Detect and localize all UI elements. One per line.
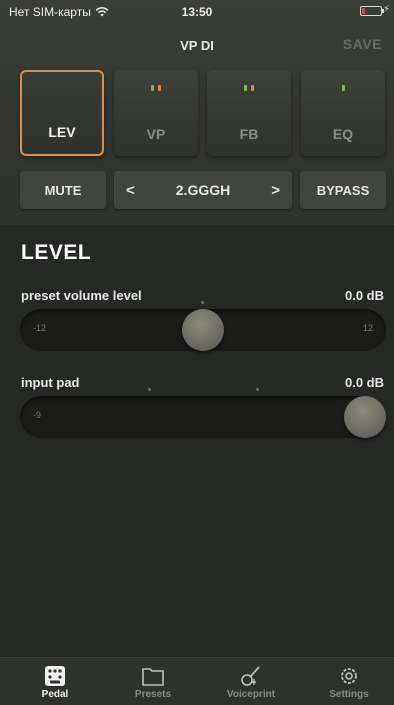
- tab-label: Settings: [329, 689, 369, 700]
- input-pad-value: 0.0 dB: [344, 375, 384, 390]
- gear-icon: [341, 668, 357, 684]
- input-pad-slider[interactable]: -9: [20, 396, 386, 438]
- step-marker: [256, 388, 259, 391]
- chevron-left-icon[interactable]: <: [126, 182, 135, 199]
- slider-min-label: -9: [33, 410, 42, 420]
- bypass-button[interactable]: BYPASS: [300, 171, 386, 209]
- folder-icon: [142, 668, 164, 686]
- tab-label: Voiceprint: [226, 689, 276, 700]
- slider-min-label: -12: [33, 323, 47, 333]
- slider-knob[interactable]: [182, 309, 224, 351]
- led-orange: [158, 85, 161, 91]
- tab-settings[interactable]: Settings: [300, 658, 394, 705]
- charging-icon: ⚡: [382, 4, 390, 15]
- preset-name: 2.GGGH: [175, 182, 231, 198]
- input-pad-label: input pad: [21, 375, 80, 390]
- tile-eq[interactable]: EQ: [301, 70, 385, 156]
- status-leds: [301, 85, 385, 91]
- preset-volume-value: 0.0 dB: [344, 288, 384, 303]
- tile-label: FB: [239, 126, 259, 142]
- tab-pedal[interactable]: Pedal: [6, 658, 104, 705]
- preset-selector: < 2.GGGH >: [114, 171, 292, 209]
- mute-button[interactable]: MUTE: [20, 171, 106, 209]
- clock: 13:50: [181, 5, 213, 19]
- slider-max-label: 12: [362, 323, 373, 333]
- chevron-right-icon[interactable]: >: [271, 182, 280, 199]
- status-leds: [114, 85, 198, 91]
- tab-label: Presets: [134, 689, 172, 700]
- tile-fb[interactable]: FB: [207, 70, 291, 156]
- led-green: [151, 85, 154, 91]
- led-green: [244, 85, 247, 91]
- status-bar: Нет SIM-карты 13:50 ⚡: [0, 0, 394, 22]
- slider-knob[interactable]: [344, 396, 386, 438]
- tab-voiceprint[interactable]: Voiceprint: [202, 658, 300, 705]
- section-title: LEVEL: [21, 241, 92, 264]
- center-marker: [201, 301, 204, 304]
- pedal-icon: [45, 666, 65, 686]
- preset-volume-label: preset volume level: [21, 288, 142, 303]
- led-green: [341, 85, 345, 91]
- tile-label: VP: [146, 126, 166, 142]
- tab-bar: Pedal Presets Voiceprint Settings: [0, 657, 394, 705]
- tile-label: LEV: [48, 124, 76, 140]
- tile-vp[interactable]: VP: [114, 70, 198, 156]
- guitar-icon: [241, 666, 260, 686]
- tile-label: EQ: [332, 126, 354, 142]
- save-button[interactable]: SAVE: [343, 36, 382, 52]
- tab-label: Pedal: [41, 689, 69, 700]
- tab-presets[interactable]: Presets: [104, 658, 202, 705]
- step-marker: [148, 388, 151, 391]
- page-title: VP DI: [180, 38, 214, 53]
- status-leds: [207, 85, 291, 91]
- preset-volume-slider[interactable]: -12 12: [20, 309, 386, 351]
- pedal-block-tiles: LEV VP FB EQ: [20, 70, 386, 156]
- battery-icon: [360, 6, 384, 16]
- led-orange: [251, 85, 254, 91]
- tile-lev[interactable]: LEV: [20, 70, 104, 156]
